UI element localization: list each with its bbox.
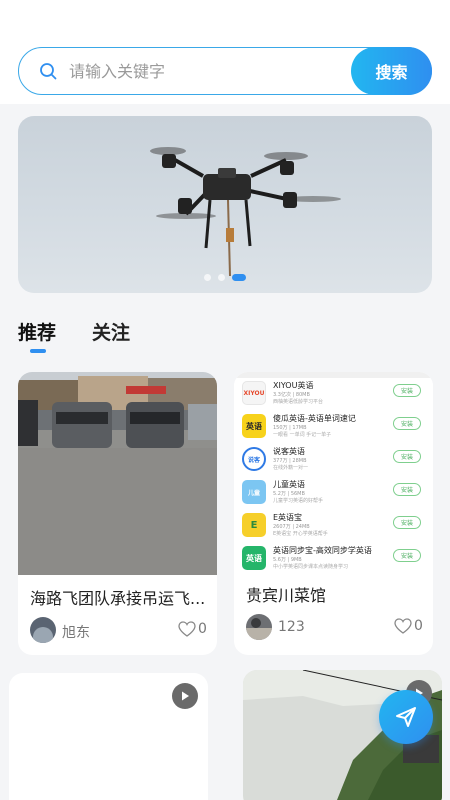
app-icon: 儿童 — [242, 480, 266, 504]
carousel-indicator — [18, 274, 432, 281]
feed-card[interactable]: XIYOU XIYOU英语 3.3亿次 | 80MB 西柚英语低龄学习平台 安装… — [234, 372, 433, 655]
install-button: 安装 — [393, 450, 421, 463]
author-name[interactable]: 旭东 — [62, 622, 90, 642]
tab-recommend[interactable]: 推荐 — [18, 318, 56, 354]
feed-card[interactable]: 海路飞团队承接吊运飞... 旭东 0 — [18, 372, 217, 655]
app-desc: 在线外籍一对一 — [273, 465, 309, 471]
app-name: 英语同步宝-高效同步学英语 — [273, 546, 372, 555]
app-icon: XIYOU — [242, 381, 266, 405]
app-desc: E英语宝 开心学英语帮手 — [273, 531, 328, 537]
avatar[interactable] — [246, 614, 272, 640]
feed-card-video[interactable] — [9, 673, 208, 800]
list-item: E E英语宝 2607万 | 24MB E英语宝 开心学英语帮手 安装 — [242, 510, 422, 542]
app-desc: 一眼看 一单词 手记一单子 — [273, 432, 332, 438]
publish-fab[interactable] — [379, 690, 433, 744]
carousel-dot[interactable] — [204, 274, 211, 281]
heart-icon — [178, 621, 196, 637]
list-item: 儿童 儿童英语 5.2万 | 56MB 儿童学习英语的好帮手 安装 — [242, 477, 422, 509]
post-title: 贵宾川菜馆 — [246, 586, 327, 605]
search-bar: 搜索 — [18, 46, 432, 95]
avatar[interactable] — [30, 617, 56, 643]
search-button[interactable]: 搜索 — [351, 46, 432, 95]
app-meta: 377万 | 28MB — [273, 458, 307, 464]
like-count: 0 — [198, 621, 207, 637]
app-desc: 儿童学习英语的好帮手 — [273, 498, 324, 504]
post-title: 海路飞团队承接吊运飞... — [30, 589, 206, 608]
app-name: XIYOU英语 — [273, 381, 314, 390]
like-button[interactable]: 0 — [178, 621, 207, 637]
app-name: 傻瓜英语-英语单词速记 — [273, 414, 356, 423]
app-name: 说客英语 — [273, 447, 305, 456]
send-icon — [396, 707, 416, 727]
install-button: 安装 — [393, 384, 421, 397]
search-input[interactable] — [69, 56, 339, 86]
app-icon: 英语 — [242, 546, 266, 570]
play-icon[interactable] — [172, 683, 198, 709]
install-button: 安装 — [393, 417, 421, 430]
carousel-dot[interactable] — [218, 274, 225, 281]
list-item: 英语 英语同步宝-高效同步学英语 5.6万 | 9MB 中小学英语同步课本点读随… — [242, 543, 422, 575]
app-desc: 西柚英语低龄学习平台 — [273, 399, 324, 405]
app-desc: 中小学英语同步课本点读随身学习 — [273, 564, 349, 570]
app-icon: E — [242, 513, 266, 537]
author-name[interactable]: 123 — [278, 619, 305, 635]
banner-carousel[interactable] — [18, 116, 432, 293]
like-button[interactable]: 0 — [394, 618, 423, 634]
feed-tabs: 推荐 关注 — [18, 318, 130, 354]
install-button: 安装 — [393, 483, 421, 496]
app-meta: 5.2万 | 56MB — [273, 491, 305, 497]
install-button: 安装 — [393, 516, 421, 529]
like-count: 0 — [414, 618, 423, 634]
app-meta: 2607万 | 24MB — [273, 524, 310, 530]
app-name: E英语宝 — [273, 513, 303, 522]
post-image-app-list: XIYOU XIYOU英语 3.3亿次 | 80MB 西柚英语低龄学习平台 安装… — [234, 372, 433, 575]
app-icon: 英语 — [242, 414, 266, 438]
post-image — [18, 372, 217, 575]
app-name: 儿童英语 — [273, 480, 305, 489]
heart-icon — [394, 618, 412, 634]
search-icon — [40, 63, 57, 80]
header: 搜索 — [0, 0, 450, 104]
list-item: 英语 傻瓜英语-英语单词速记 150万 | 17MB 一眼看 一单词 手记一单子… — [242, 411, 422, 443]
app-meta: 5.6万 | 9MB — [273, 557, 302, 563]
app-meta: 150万 | 17MB — [273, 425, 307, 431]
install-button: 安装 — [393, 549, 421, 562]
tab-following[interactable]: 关注 — [92, 318, 130, 354]
app-meta: 3.3亿次 | 80MB — [273, 392, 310, 398]
banner-drone-image — [150, 147, 341, 277]
list-item: 说客 说客英语 377万 | 28MB 在线外籍一对一 安装 — [242, 444, 422, 476]
list-item: XIYOU XIYOU英语 3.3亿次 | 80MB 西柚英语低龄学习平台 安装 — [242, 378, 422, 410]
app-icon: 说客 — [242, 447, 266, 471]
carousel-dot-active[interactable] — [232, 274, 246, 281]
